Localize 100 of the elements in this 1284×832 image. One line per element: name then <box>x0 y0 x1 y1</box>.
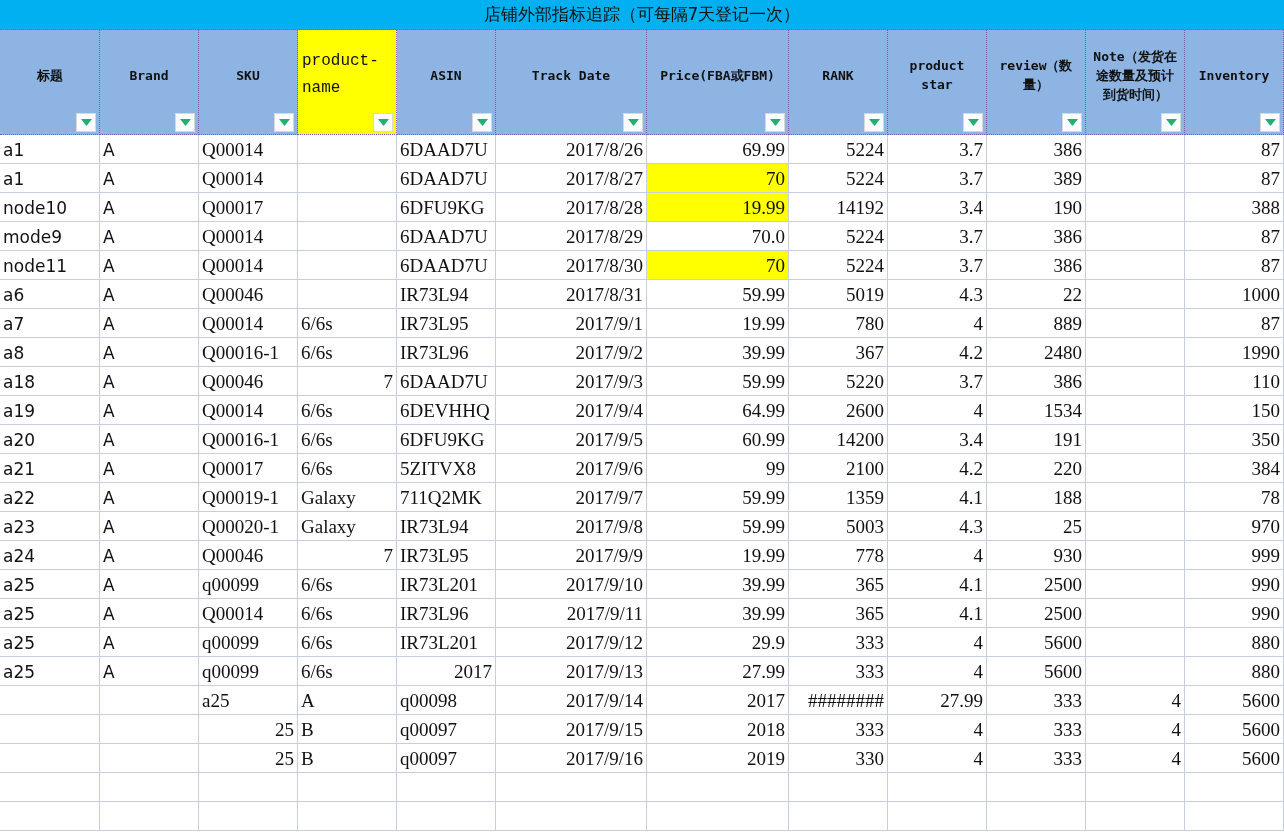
header-label: product star <box>908 57 966 94</box>
filter-dropdown-button[interactable] <box>963 113 983 132</box>
filter-dropdown-button[interactable] <box>472 113 492 132</box>
table-cell: node10 <box>0 193 100 222</box>
table-cell: Q00014 <box>199 396 298 425</box>
table-cell: A <box>100 483 199 512</box>
table-cell: 333 <box>789 715 888 744</box>
table-cell: Q00046 <box>199 541 298 570</box>
table-cell: 1359 <box>789 483 888 512</box>
table-cell: a24 <box>0 541 100 570</box>
table-cell: 386 <box>987 135 1086 164</box>
table-cell: 2500 <box>987 570 1086 599</box>
table-cell: 6DAAD7U <box>397 222 496 251</box>
table-cell: 2017/9/8 <box>496 512 647 541</box>
table-cell: 4.3 <box>888 512 987 541</box>
table-cell: 25 <box>199 715 298 744</box>
table-cell: 6DFU9KG <box>397 425 496 454</box>
table-cell: 5019 <box>789 280 888 309</box>
table-cell: 5ZITVX8 <box>397 454 496 483</box>
table-cell: 3.4 <box>888 193 987 222</box>
table-cell: 99 <box>647 454 789 483</box>
table-cell: a8 <box>0 338 100 367</box>
filter-dropdown-button[interactable] <box>1161 113 1181 132</box>
table-cell: 2017/9/1 <box>496 309 647 338</box>
table-cell: 87 <box>1185 135 1284 164</box>
table-cell: 2017/8/29 <box>496 222 647 251</box>
table-cell: A <box>100 599 199 628</box>
table-cell: 2017/9/6 <box>496 454 647 483</box>
table-cell: 2017/9/16 <box>496 744 647 773</box>
table-cell: Q00014 <box>199 309 298 338</box>
table-cell: Q00016-1 <box>199 338 298 367</box>
filter-dropdown-button[interactable] <box>373 113 393 132</box>
table-cell: 4.1 <box>888 599 987 628</box>
table-cell: a6 <box>0 280 100 309</box>
table-cell: 4.3 <box>888 280 987 309</box>
table-cell: A <box>100 280 199 309</box>
filter-dropdown-button[interactable] <box>864 113 884 132</box>
table-cell: 2100 <box>789 454 888 483</box>
table-cell: 2017/9/15 <box>496 715 647 744</box>
table-cell: 333 <box>987 744 1086 773</box>
table-cell: 2017/8/28 <box>496 193 647 222</box>
header-label: Inventory <box>1198 66 1270 85</box>
table-cell: 27.99 <box>888 686 987 715</box>
filter-dropdown-button[interactable] <box>274 113 294 132</box>
table-cell: IR73L201 <box>397 570 496 599</box>
table-cell: 333 <box>789 628 888 657</box>
table-cell: 2017/8/31 <box>496 280 647 309</box>
filter-dropdown-button[interactable] <box>765 113 785 132</box>
table-cell: 333 <box>789 657 888 686</box>
table-cell: 14192 <box>789 193 888 222</box>
table-cell: q00098 <box>397 686 496 715</box>
table-cell: 778 <box>789 541 888 570</box>
table-cell: 2017/9/9 <box>496 541 647 570</box>
table-cell: A <box>298 686 397 715</box>
table-cell: 6DFU9KG <box>397 193 496 222</box>
table-cell: 59.99 <box>647 367 789 396</box>
table-cell: q00099 <box>199 657 298 686</box>
table-cell: 22 <box>987 280 1086 309</box>
filter-dropdown-button[interactable] <box>76 113 96 132</box>
header-label: Brand <box>129 66 169 85</box>
table-cell: 6DAAD7U <box>397 135 496 164</box>
table-cell: 4 <box>888 396 987 425</box>
table-cell: a18 <box>0 367 100 396</box>
table-cell: a1 <box>0 135 100 164</box>
table-cell: 70 <box>647 251 789 280</box>
table-cell: 29.9 <box>647 628 789 657</box>
table-cell: 6DEVHHQ <box>397 396 496 425</box>
table-cell: q00099 <box>199 570 298 599</box>
table-cell: 4.2 <box>888 454 987 483</box>
table-cell: B <box>298 715 397 744</box>
table-cell: 3.7 <box>888 251 987 280</box>
table-cell: 188 <box>987 483 1086 512</box>
table-cell: 5224 <box>789 251 888 280</box>
table-cell: a20 <box>0 425 100 454</box>
table-cell: 384 <box>1185 454 1284 483</box>
table-cell: A <box>100 657 199 686</box>
filter-dropdown-button[interactable] <box>1260 113 1280 132</box>
table-cell: 5220 <box>789 367 888 396</box>
triangle-icon <box>967 119 979 126</box>
triangle-icon <box>476 119 488 126</box>
table-cell: mode9 <box>0 222 100 251</box>
table-cell: 78 <box>1185 483 1284 512</box>
triangle-icon <box>377 119 389 126</box>
filter-dropdown-button[interactable] <box>175 113 195 132</box>
header-label: SKU <box>236 66 260 85</box>
table-cell: 2017/8/30 <box>496 251 647 280</box>
table-cell: A <box>100 222 199 251</box>
filter-dropdown-button[interactable] <box>623 113 643 132</box>
table-cell: A <box>100 135 199 164</box>
filter-dropdown-button[interactable] <box>1062 113 1082 132</box>
header-label: 标题 <box>36 66 63 85</box>
table-cell: 5224 <box>789 222 888 251</box>
table-cell: 2480 <box>987 338 1086 367</box>
table-cell: Q00014 <box>199 222 298 251</box>
table-cell: a22 <box>0 483 100 512</box>
table-cell: 4.2 <box>888 338 987 367</box>
table-cell: 6/6s <box>298 570 397 599</box>
table-cell: 6/6s <box>298 454 397 483</box>
table-cell: IR73L94 <box>397 280 496 309</box>
table-cell: a25 <box>0 628 100 657</box>
